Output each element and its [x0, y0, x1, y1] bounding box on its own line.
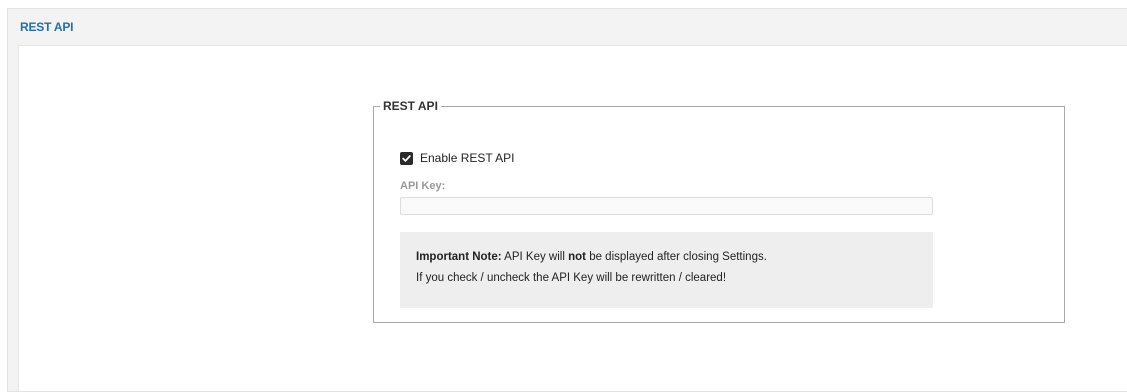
- panel-body: REST API Enable REST API API Key: Import…: [18, 45, 1127, 391]
- note-text-part2: be displayed after closing Settings.: [589, 251, 767, 263]
- checkmark-icon: [402, 154, 411, 162]
- enable-rest-api-label[interactable]: Enable REST API: [420, 151, 515, 165]
- note-text-part1: API Key will: [504, 251, 565, 263]
- panel-title: REST API: [20, 20, 74, 34]
- api-key-input[interactable]: [400, 197, 933, 215]
- api-key-label: API Key:: [400, 180, 446, 192]
- important-note-box: Important Note: API Key will not be disp…: [400, 232, 933, 308]
- note-line-2: If you check / uncheck the API Key will …: [416, 272, 727, 284]
- enable-rest-api-checkbox-row[interactable]: Enable REST API: [400, 151, 515, 165]
- fieldset-legend: REST API: [383, 99, 438, 113]
- enable-rest-api-checkbox[interactable]: [400, 151, 413, 165]
- rest-api-panel: REST API REST API Enable REST API API Ke…: [7, 8, 1127, 392]
- note-title: Important Note:: [416, 251, 502, 263]
- note-line-1: Important Note: API Key will not be disp…: [416, 250, 933, 271]
- rest-api-fieldset: REST API Enable REST API API Key: Import…: [373, 99, 1065, 323]
- note-emphasis: not: [568, 251, 586, 263]
